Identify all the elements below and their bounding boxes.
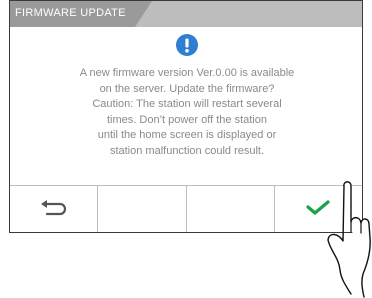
title-bar: FIRMWARE UPDATE (10, 1, 362, 27)
confirm-button[interactable] (275, 186, 362, 232)
message-line: until the home screen is displayed or (97, 129, 277, 142)
empty-button-3[interactable] (187, 186, 275, 232)
checkmark-icon (305, 198, 331, 223)
back-arrow-icon (38, 198, 70, 223)
message-line: station malfunction could result. (109, 144, 265, 157)
empty-button-2[interactable] (98, 186, 187, 232)
message-line: Caution: The station will restart severa… (92, 98, 282, 111)
dialog-message: A new firmware version Ver.0.00 is avail… (18, 66, 356, 186)
screen: FIRMWARE UPDATE A new firmware version V… (0, 0, 372, 298)
message-line: times. Don’t power off the station (107, 113, 267, 126)
button-bar (10, 185, 362, 232)
back-button[interactable] (10, 186, 99, 232)
message-line: A new firmware version Ver.0.00 is avail… (79, 67, 295, 79)
dialog-title: FIRMWARE UPDATE (15, 7, 126, 19)
message-line: on the server. Update the firmware? (99, 82, 275, 95)
firmware-update-dialog: FIRMWARE UPDATE A new firmware version V… (9, 0, 363, 233)
exclamation-icon (176, 34, 198, 56)
